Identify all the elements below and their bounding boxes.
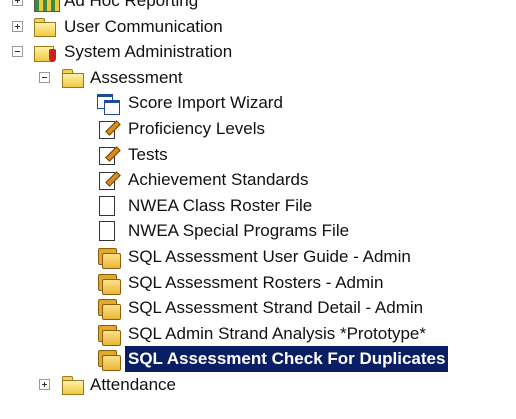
- tree-node-tests[interactable]: Tests: [0, 142, 516, 168]
- folder-open-icon: [62, 67, 86, 89]
- report-stack-icon: [96, 297, 121, 321]
- tree-node-score-import-wizard[interactable]: Score Import Wizard: [0, 90, 516, 116]
- folder-icon: [62, 374, 86, 396]
- collapse-icon[interactable]: [12, 46, 23, 58]
- tree-node-sql-assessment-check-for-duplicates[interactable]: SQL Assessment Check For Duplicates: [0, 346, 516, 372]
- tree-node-label: Attendance: [90, 374, 177, 394]
- edit-document-icon: [96, 144, 120, 166]
- tree-node-label: Score Import Wizard: [128, 93, 283, 113]
- tree-node-nwea-class-roster-file[interactable]: NWEA Class Roster File: [0, 193, 516, 219]
- expand-icon[interactable]: [12, 0, 23, 6]
- tree-node-label: SQL Assessment Rosters - Admin: [128, 272, 384, 292]
- tree-node-sql-assessment-rosters[interactable]: SQL Assessment Rosters - Admin: [0, 270, 516, 296]
- tree-node-label: SQL Assessment Strand Detail - Admin: [128, 298, 424, 318]
- document-icon: [96, 220, 120, 242]
- tree-node-user-communication[interactable]: User Communication: [0, 14, 516, 40]
- edit-document-icon: [96, 169, 120, 191]
- tree-node-proficiency-levels[interactable]: Proficiency Levels: [0, 116, 516, 142]
- tree-node-nwea-special-programs-file[interactable]: NWEA Special Programs File: [0, 218, 516, 244]
- tree-node-label: Proficiency Levels: [128, 118, 266, 138]
- tree-node-label: User Communication: [64, 16, 223, 36]
- report-folder-icon: [34, 0, 60, 12]
- report-stack-icon: [96, 323, 121, 346]
- edit-document-icon: [96, 118, 120, 140]
- tree-node-label: Ad Hoc Reporting: [64, 0, 199, 10]
- tree-node-label: System Administration: [64, 42, 233, 62]
- tree-node-sql-assessment-user-guide[interactable]: SQL Assessment User Guide - Admin: [0, 244, 516, 270]
- report-stack-icon: [96, 246, 121, 269]
- folder-icon: [34, 16, 58, 38]
- tree-node-sql-assessment-strand-detail[interactable]: SQL Assessment Strand Detail - Admin: [0, 295, 516, 321]
- tree-node-label: SQL Admin Strand Analysis *Prototype*: [128, 323, 426, 343]
- tree-node-achievement-standards[interactable]: Achievement Standards: [0, 167, 516, 193]
- tree-node-label: NWEA Class Roster File: [128, 195, 313, 215]
- tree-node-ad-hoc-reporting[interactable]: Ad Hoc Reporting: [0, 0, 516, 14]
- collapse-icon[interactable]: [39, 71, 50, 83]
- admin-folder-icon: [34, 41, 58, 63]
- report-stack-icon: [96, 272, 121, 295]
- report-stack-icon: [96, 348, 121, 372]
- tree-node-label: NWEA Special Programs File: [128, 221, 350, 241]
- expand-icon[interactable]: [39, 378, 50, 390]
- tree-node-system-administration[interactable]: System Administration: [0, 39, 516, 65]
- tree-node-assessment[interactable]: Assessment: [0, 65, 516, 91]
- tree-node-label-selected: SQL Assessment Check For Duplicates: [125, 346, 449, 372]
- tree-node-label: Assessment: [90, 67, 183, 87]
- tree-node-label: Tests: [128, 144, 168, 164]
- wizard-icon: [96, 92, 120, 116]
- tree-node-label: SQL Assessment User Guide - Admin: [128, 246, 411, 266]
- document-icon: [96, 195, 120, 217]
- tree-node-label: Achievement Standards: [128, 170, 309, 190]
- tree-node-sql-admin-strand-analysis[interactable]: SQL Admin Strand Analysis *Prototype*: [0, 321, 516, 347]
- expand-icon[interactable]: [12, 20, 23, 32]
- tree-node-attendance[interactable]: Attendance: [0, 372, 516, 398]
- navigation-tree: Ad Hoc Reporting User Communication Syst…: [0, 0, 516, 398]
